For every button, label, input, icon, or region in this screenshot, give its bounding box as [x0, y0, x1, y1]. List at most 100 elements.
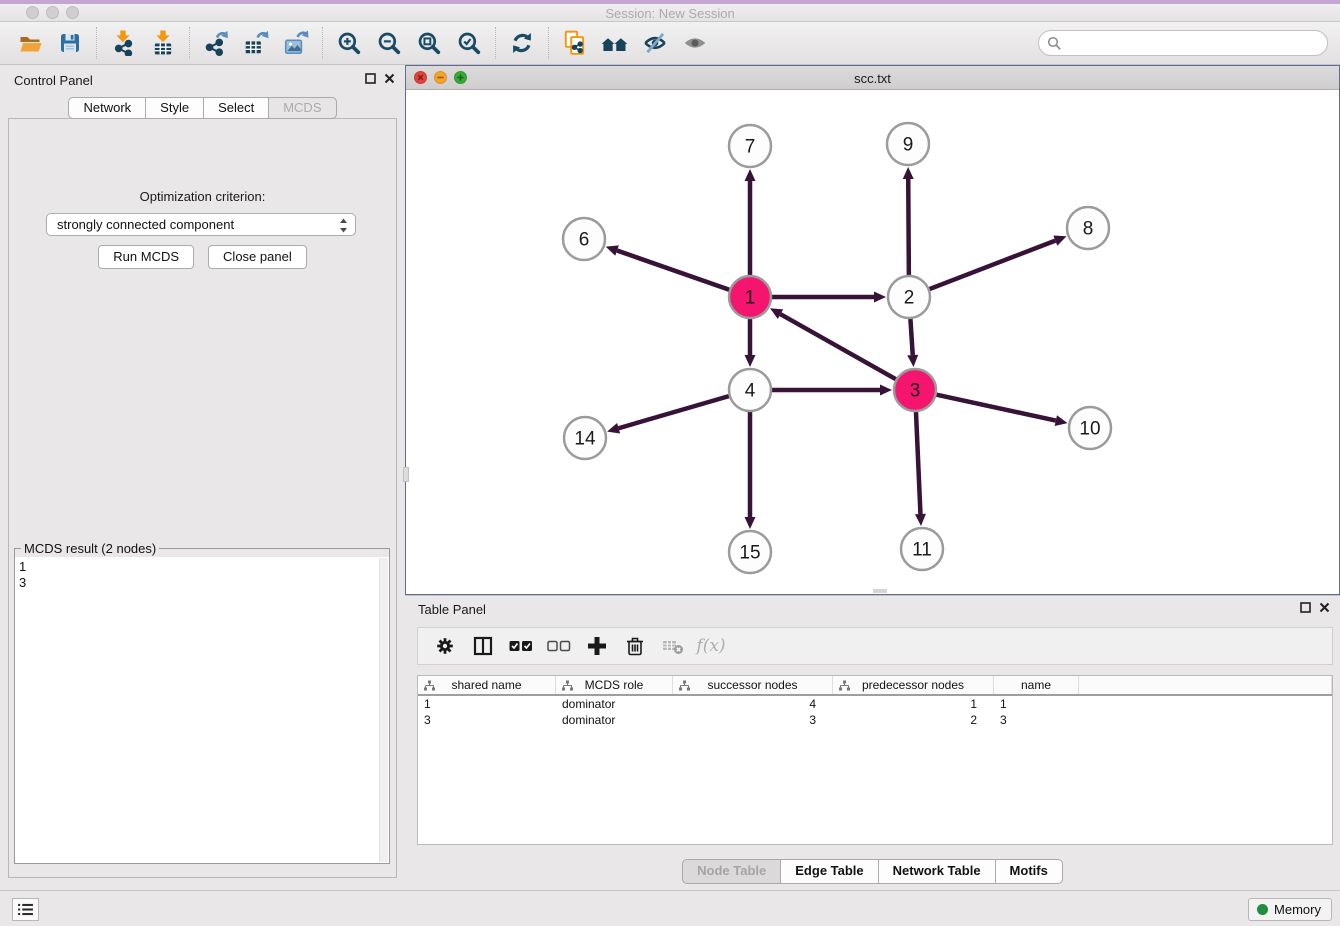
cell-name[interactable]: 3 — [994, 712, 1079, 728]
close-panel-button[interactable]: Close panel — [208, 245, 307, 269]
unselect-all-columns-button[interactable] — [540, 630, 578, 662]
create-column-button[interactable] — [578, 630, 616, 662]
criterion-select[interactable]: strongly connected component — [46, 213, 356, 236]
graph-arrowhead — [745, 355, 756, 367]
zoom-fit-button[interactable] — [409, 25, 449, 61]
mcds-result-legend: MCDS result (2 nodes) — [21, 541, 159, 556]
export-image-button[interactable] — [276, 25, 316, 61]
graph-edge-3-11[interactable] — [916, 412, 920, 514]
export-image-icon — [283, 30, 309, 56]
close-panel-icon[interactable] — [384, 73, 395, 84]
network-graph[interactable]: 7968124314101511 — [406, 90, 1339, 594]
memory-status-dot — [1257, 904, 1268, 915]
memory-button[interactable]: Memory — [1248, 898, 1332, 921]
graph-node-label: 11 — [912, 540, 932, 561]
table-header-row: shared name MCDS role successor nodes — [418, 676, 1332, 696]
delete-columns-button[interactable] — [616, 630, 654, 662]
graph-node-label: 14 — [574, 429, 596, 450]
graph-arrowhead — [874, 292, 886, 303]
tab-node-table[interactable]: Node Table — [682, 859, 781, 884]
graph-edge-2-3[interactable] — [910, 319, 912, 355]
show-hidden-button[interactable] — [675, 25, 715, 61]
cell-predecessor-nodes[interactable]: 2 — [833, 712, 994, 728]
graph-edge-3-10[interactable] — [936, 395, 1055, 421]
cell-mcds-role[interactable]: dominator — [556, 696, 673, 712]
graph-edge-2-8[interactable] — [930, 241, 1056, 289]
ui-settings-button[interactable] — [12, 898, 39, 921]
table-row[interactable]: 1 dominator 4 1 1 — [418, 696, 1332, 712]
toolbar-separator — [548, 27, 549, 59]
zoom-selected-button[interactable] — [449, 25, 489, 61]
cell-shared-name[interactable]: 1 — [418, 696, 556, 712]
tab-edge-table[interactable]: Edge Table — [780, 859, 878, 884]
column-header-name[interactable]: name — [994, 676, 1079, 694]
show-all-button[interactable] — [595, 25, 635, 61]
column-header-shared-name[interactable]: shared name — [418, 676, 556, 694]
graph-node-label: 6 — [579, 230, 590, 251]
graph-node-label: 1 — [745, 288, 756, 309]
status-bar: Memory — [0, 890, 1340, 926]
graph-edge-3-1[interactable] — [780, 314, 895, 379]
cell-shared-name[interactable]: 3 — [418, 712, 556, 728]
cell-mcds-role[interactable]: dominator — [556, 712, 673, 728]
tab-select[interactable]: Select — [203, 97, 269, 119]
zoom-out-icon — [376, 30, 402, 56]
import-network-button[interactable] — [103, 25, 143, 61]
delete-table-button[interactable] — [654, 630, 692, 662]
apply-layout-button[interactable] — [502, 25, 542, 61]
graph-edge-4-14[interactable] — [619, 396, 729, 428]
search-input[interactable] — [1038, 30, 1328, 56]
toolbar-separator — [495, 27, 496, 59]
first-neighbors-button[interactable] — [555, 25, 595, 61]
tab-motifs[interactable]: Motifs — [995, 859, 1063, 884]
column-header-mcds-role[interactable]: MCDS role — [556, 676, 673, 694]
tab-mcds[interactable]: MCDS — [268, 97, 336, 119]
float-panel-icon[interactable] — [1300, 602, 1311, 613]
graph-node-label: 9 — [903, 135, 914, 156]
hide-selected-button[interactable] — [635, 25, 675, 61]
mcds-tab-content: Optimization criterion: strongly connect… — [8, 118, 397, 878]
panel-resize-handle[interactable] — [403, 467, 409, 482]
network-window-titlebar[interactable]: scc.txt — [406, 66, 1339, 90]
import-table-button[interactable] — [143, 25, 183, 61]
float-panel-icon[interactable] — [365, 73, 376, 84]
zoom-out-button[interactable] — [369, 25, 409, 61]
zoom-in-button[interactable] — [329, 25, 369, 61]
zoom-selected-icon — [456, 30, 482, 56]
open-folder-icon — [17, 31, 43, 55]
control-panel: Control Panel Network Style Select MCDS … — [0, 65, 405, 890]
cell-successor-nodes[interactable]: 4 — [673, 696, 833, 712]
graph-edge-2-9[interactable] — [908, 179, 909, 275]
select-all-columns-button[interactable] — [502, 630, 540, 662]
mcds-result-box: MCDS result (2 nodes) 1 3 — [14, 548, 390, 864]
result-scrollbar[interactable] — [379, 558, 388, 862]
tab-network-table[interactable]: Network Table — [878, 859, 996, 884]
tab-style[interactable]: Style — [145, 97, 204, 119]
mcds-result-list[interactable]: 1 3 — [19, 559, 377, 859]
column-header-successor-nodes[interactable]: successor nodes — [673, 676, 833, 694]
column-label: successor nodes — [707, 678, 797, 692]
graph-edge-1-6[interactable] — [617, 251, 729, 290]
cell-name[interactable]: 1 — [994, 696, 1079, 712]
close-panel-icon[interactable] — [1319, 602, 1330, 613]
graph-arrowhead — [745, 517, 756, 529]
trash-icon — [624, 635, 646, 657]
import-network-icon — [110, 30, 136, 56]
table-row[interactable]: 3 dominator 3 2 3 — [418, 712, 1332, 728]
run-mcds-button[interactable]: Run MCDS — [98, 245, 194, 269]
function-builder-button[interactable]: f(x) — [692, 630, 730, 662]
column-header-predecessor-nodes[interactable]: predecessor nodes — [833, 676, 994, 694]
cell-successor-nodes[interactable]: 3 — [673, 712, 833, 728]
table-settings-button[interactable] — [426, 630, 464, 662]
open-session-button[interactable] — [10, 25, 50, 61]
canvas-resize-handle[interactable] — [873, 589, 887, 593]
network-canvas[interactable]: 7968124314101511 — [406, 90, 1339, 594]
app-titlebar: Session: New Session — [0, 4, 1340, 22]
tab-network[interactable]: Network — [68, 97, 146, 119]
export-table-button[interactable] — [236, 25, 276, 61]
export-network-button[interactable] — [196, 25, 236, 61]
save-session-button[interactable] — [50, 25, 90, 61]
node-table[interactable]: shared name MCDS role successor nodes — [417, 675, 1333, 845]
toggle-column-view-button[interactable] — [464, 630, 502, 662]
cell-predecessor-nodes[interactable]: 1 — [833, 696, 994, 712]
